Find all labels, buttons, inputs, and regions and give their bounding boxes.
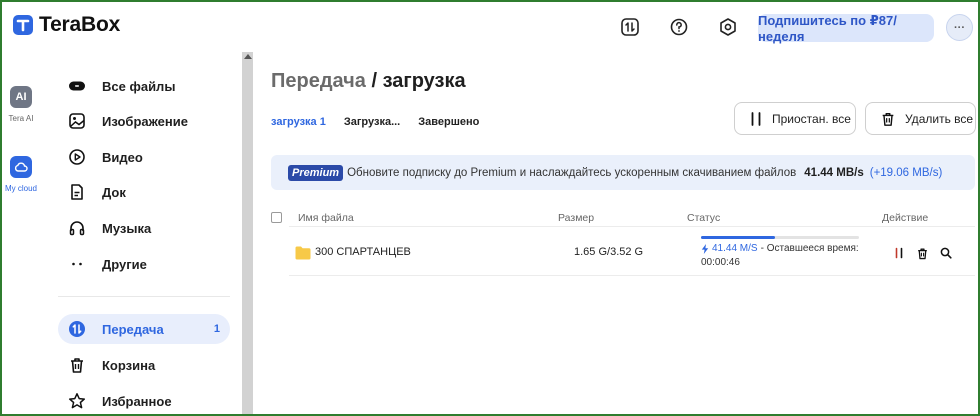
sidebar-item-label: Док	[102, 184, 126, 200]
progress-bar	[701, 236, 859, 239]
sidebar-divider	[58, 296, 230, 297]
sidebar-item-label: Все файлы	[102, 78, 176, 94]
rail-label-my-cloud: My cloud	[4, 184, 37, 193]
progress-bar-fill	[701, 236, 776, 239]
app-name: TeraBox	[39, 13, 121, 36]
more-dots-icon	[68, 255, 86, 273]
sidebar-item-video[interactable]: Видео	[58, 142, 230, 172]
document-icon	[68, 183, 86, 201]
sidebar-scrollbar[interactable]	[242, 52, 253, 414]
all-files-icon	[68, 77, 86, 95]
pause-all-label: Приостан. все	[772, 111, 851, 126]
scroll-up-arrow-icon[interactable]	[244, 54, 252, 59]
sidebar-item-label: Видео	[102, 149, 143, 165]
app-window: TeraBox Подпишитесь по ₽87/неделя ··· AI…	[0, 0, 980, 416]
sidebar-item-other[interactable]: Другие	[58, 249, 230, 279]
column-header-size: Размер	[558, 212, 595, 224]
terabox-logo-icon	[13, 15, 33, 35]
video-icon	[68, 148, 86, 166]
sidebar-item-label: Музыка	[102, 220, 152, 236]
delete-all-label: Удалить все	[905, 111, 974, 126]
sidebar-item-docs[interactable]: Док	[58, 177, 230, 207]
transfer-icon[interactable]	[619, 16, 641, 38]
sidebar-item-all-files[interactable]: Все файлы	[58, 71, 230, 101]
premium-badge: Premium	[288, 164, 344, 181]
trash-icon	[882, 112, 894, 126]
status-speed-line: 41.44 M/S - Оставшееся время:	[701, 243, 859, 254]
pause-all-button[interactable]: Приостан. все	[734, 102, 856, 135]
terabox-logo[interactable]: TeraBox	[12, 13, 120, 37]
headphones-icon	[68, 219, 86, 237]
breadcrumb-separator: /	[365, 70, 383, 92]
download-speed: 41.44 MB/s	[804, 166, 864, 179]
scrollbar-thumb[interactable]	[244, 64, 251, 414]
row-speed: 41.44 M/S	[712, 243, 758, 254]
top-bar: TeraBox Подпишитесь по ₽87/неделя ···	[2, 2, 978, 52]
image-icon	[68, 112, 86, 130]
premium-banner-text: Обновите подписку до Premium и наслаждай…	[347, 166, 797, 179]
page-title: Передача / загрузка	[271, 70, 466, 93]
sidebar-item-favorites[interactable]: Избранное	[58, 386, 230, 414]
file-name[interactable]: 300 СПАРТАНЦЕВ	[315, 246, 411, 258]
sidebar-item-label: Избранное	[102, 393, 172, 409]
settings-icon[interactable]	[717, 16, 739, 38]
sidebar-item-music[interactable]: Музыка	[58, 213, 230, 243]
rail-label-tera-ai: Tera AI	[8, 114, 34, 123]
trash-icon	[68, 356, 86, 374]
pause-icon	[751, 111, 761, 126]
sidebar-item-trash[interactable]: Корзина	[58, 350, 230, 380]
cloud-icon	[10, 156, 32, 178]
row-search-icon[interactable]	[939, 246, 953, 260]
column-header-action: Действие	[882, 212, 929, 224]
file-size: 1.65 G/3.52 G	[574, 246, 644, 258]
transfer-count-badge: 1	[213, 323, 220, 335]
speed-boost: (+19.06 MB/s)	[869, 166, 943, 179]
transfer-tabs: загрузка 1 Загрузка... Завершено	[271, 116, 497, 128]
tab-uploading[interactable]: Загрузка...	[344, 116, 400, 128]
avatar[interactable]: ···	[946, 14, 973, 41]
rail-item-my-cloud[interactable]: My cloud	[2, 156, 40, 193]
sidebar-item-label: Другие	[102, 256, 147, 272]
sidebar-item-label: Передача	[102, 321, 164, 337]
column-header-status: Статус	[687, 212, 721, 224]
lightning-icon	[701, 243, 709, 254]
sidebar: Все файлы Изображение Видео Док Музыка Д…	[40, 52, 242, 414]
delete-all-button[interactable]: Удалить все	[865, 102, 976, 135]
tera-ai-icon: AI	[10, 86, 32, 108]
tab-downloading[interactable]: загрузка 1	[271, 116, 326, 128]
help-icon[interactable]	[668, 16, 690, 38]
row-delete-icon[interactable]	[915, 246, 929, 260]
row-pause-icon[interactable]	[892, 246, 906, 260]
breadcrumb-current: загрузка	[382, 70, 466, 92]
rail-item-tera-ai[interactable]: AI Tera AI	[2, 86, 40, 123]
header-divider	[289, 226, 975, 227]
sidebar-item-label: Корзина	[102, 357, 156, 373]
sidebar-item-label: Изображение	[102, 113, 188, 129]
remaining-time: 00:00:46	[701, 257, 740, 268]
select-all-checkbox[interactable]	[271, 212, 282, 223]
tab-completed[interactable]: Завершено	[418, 116, 479, 128]
main-panel: Передача / загрузка загрузка 1 Загрузка.…	[253, 52, 978, 414]
transfer-icon	[68, 320, 86, 338]
table-row[interactable]: 300 СПАРТАНЦЕВ 1.65 G/3.52 G 41.44 M/S -…	[289, 236, 975, 276]
app-rail: AI Tera AI My cloud	[2, 52, 40, 414]
remaining-label: - Оставшееся время:	[760, 243, 859, 254]
premium-banner[interactable]: Premium Обновите подписку до Premium и н…	[271, 155, 975, 190]
breadcrumb-parent[interactable]: Передача	[271, 70, 366, 92]
sidebar-item-transfer[interactable]: Передача 1	[58, 314, 230, 344]
sidebar-item-images[interactable]: Изображение	[58, 106, 230, 136]
column-header-name: Имя файла	[298, 212, 354, 224]
star-icon	[68, 392, 86, 410]
subscribe-button[interactable]: Подпишитесь по ₽87/неделя	[758, 13, 934, 44]
folder-icon	[295, 246, 311, 260]
